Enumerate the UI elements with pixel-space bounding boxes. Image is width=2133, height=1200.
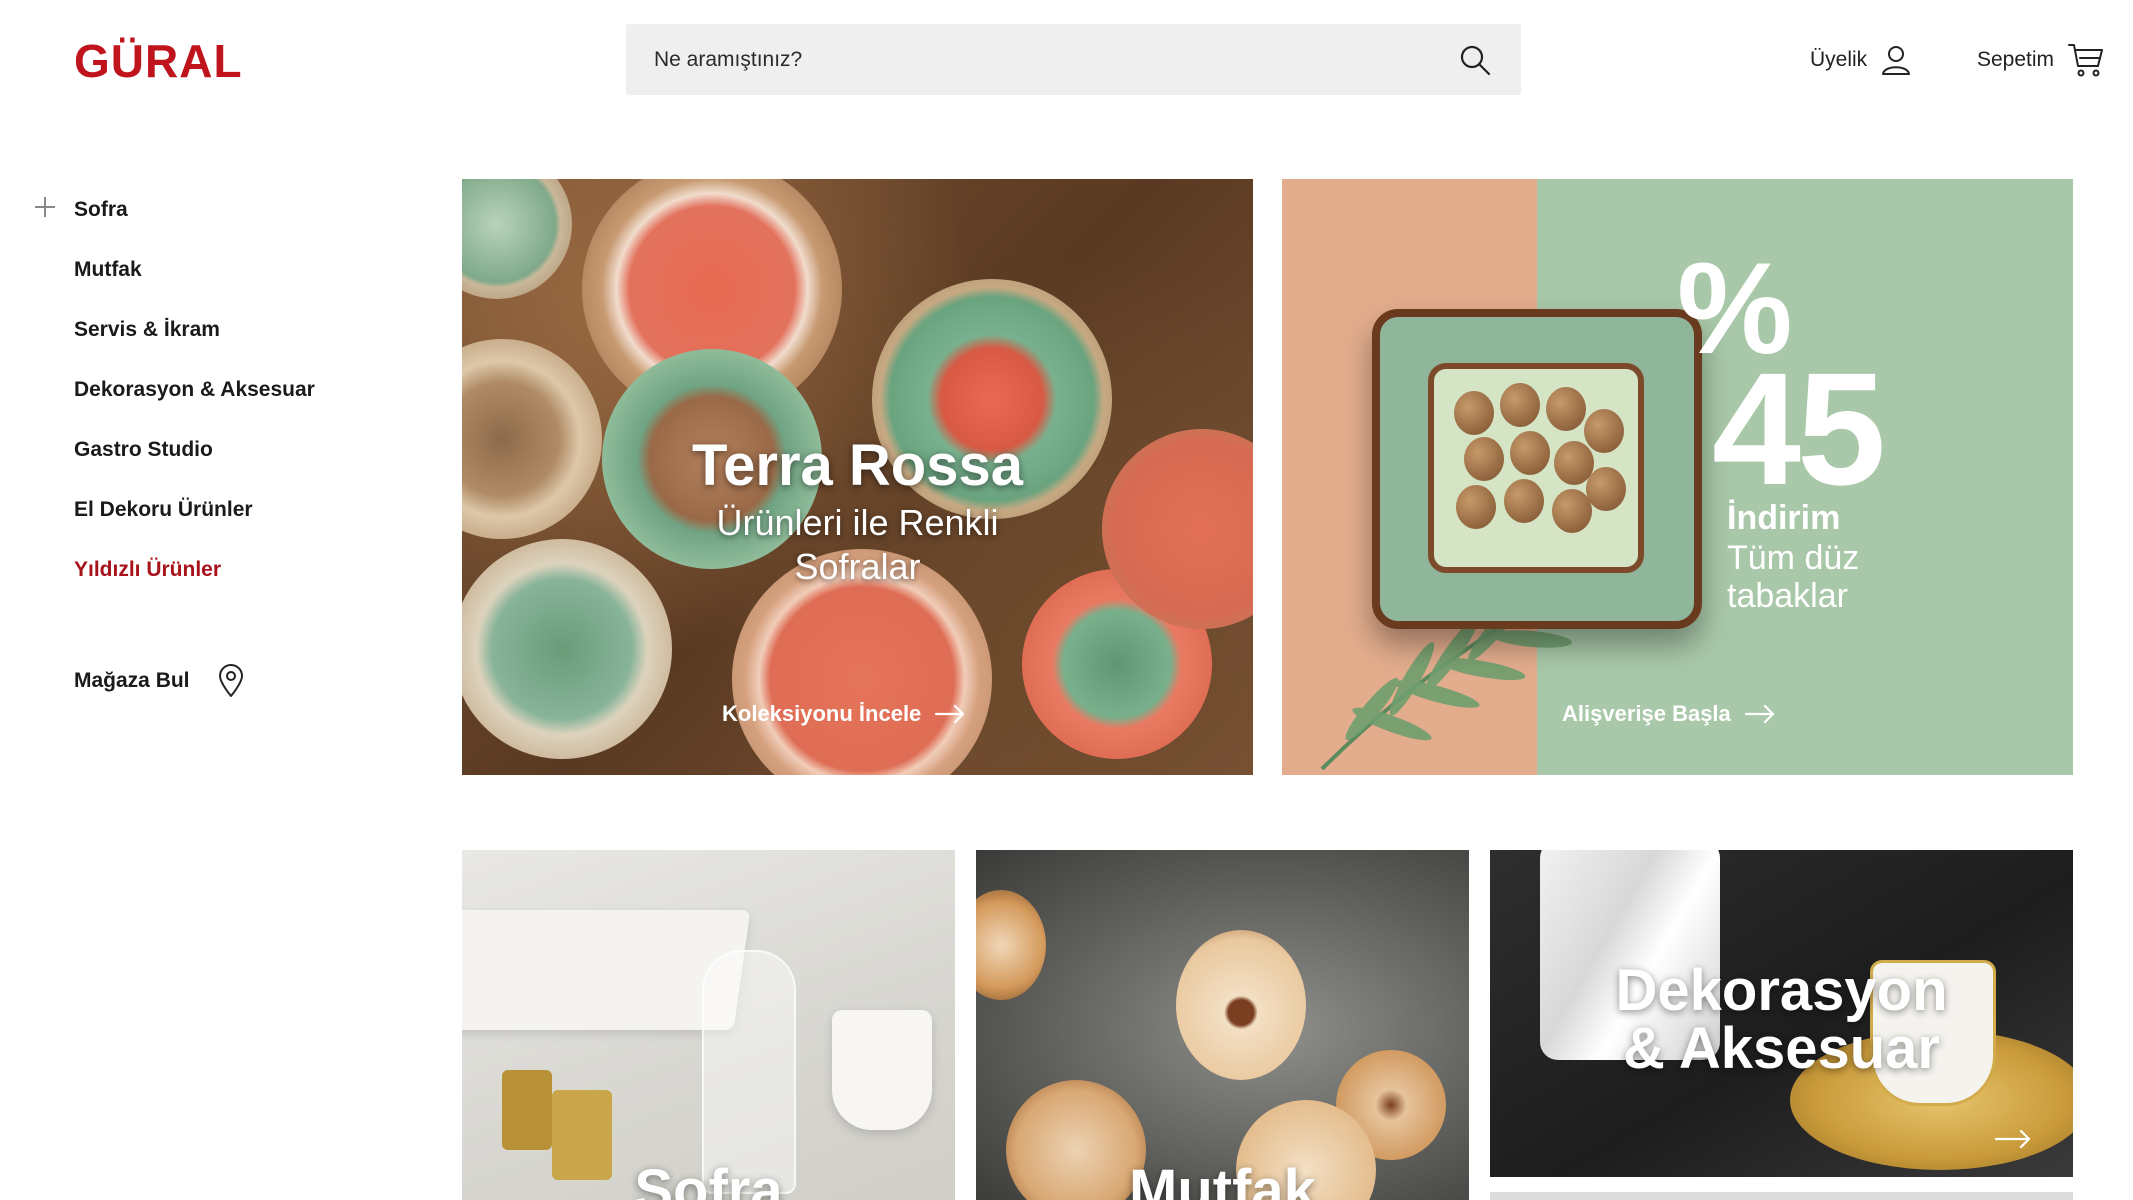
category-mutfak-label: Mutfak: [1129, 1158, 1316, 1200]
sidebar-item-servis-ikram[interactable]: Servis & İkram: [74, 319, 220, 340]
user-icon: [1882, 46, 1911, 75]
category-tile-mutfak[interactable]: Mutfak: [976, 850, 1469, 1200]
terra-rossa-banner[interactable]: Terra Rossa Ürünleri ile Renkli Sofralar…: [462, 179, 1253, 775]
search-bar[interactable]: [626, 24, 1521, 95]
terra-subtitle: Ürünleri ile Renkli Sofralar: [462, 501, 1253, 589]
plus-icon[interactable]: [34, 196, 56, 218]
terra-subtitle-line2: Sofralar: [794, 546, 921, 587]
member-link[interactable]: Üyelik: [1810, 42, 1911, 78]
arrow-right-icon[interactable]: [1995, 1129, 2031, 1149]
walnut-bowl: [1428, 363, 1644, 573]
terra-title: Terra Rossa: [692, 433, 1023, 498]
category-dekorasyon-label: Dekorasyon & Aksesuar: [1490, 962, 2073, 1078]
brand-logo[interactable]: GÜRAL: [74, 38, 243, 84]
store-finder-link[interactable]: Mağaza Bul: [74, 664, 244, 698]
sidebar-item-mutfak[interactable]: Mutfak: [74, 259, 142, 280]
discount-cta-label: Alişverişe Başla: [1562, 701, 1731, 726]
sidebar-item-el-dekoru[interactable]: El Dekoru Ürünler: [74, 499, 253, 520]
location-pin-icon: [218, 664, 243, 697]
discount-desc-line2: tabaklar: [1727, 577, 1848, 615]
arrow-right-icon: [1744, 705, 1774, 723]
discount-banner[interactable]: % 45 İndirim Tüm düz tabaklar Alişverişe…: [1282, 179, 2073, 775]
square-dish-image: [1372, 309, 1702, 629]
search-icon[interactable]: [1459, 44, 1491, 76]
sidebar-item-yildizli-urunler[interactable]: Yıldızlı Ürünler: [74, 559, 221, 580]
category-dekorasyon-line1: Dekorasyon: [1615, 958, 1948, 1023]
discount-description: Tüm düz tabaklar: [1727, 539, 1947, 615]
member-label: Üyelik: [1810, 48, 1868, 71]
search-input[interactable]: [654, 24, 1434, 95]
sidebar-item-sofra[interactable]: Sofra: [74, 199, 128, 220]
sidebar-item-gastro-studio[interactable]: Gastro Studio: [74, 439, 213, 460]
sidebar-item-dekorasyon-aksesuar[interactable]: Dekorasyon & Aksesuar: [74, 379, 315, 400]
arrow-right-icon: [935, 705, 965, 723]
category-dekorasyon-line2: & Aksesuar: [1622, 1016, 1941, 1081]
page: GÜRAL Üyelik Sepetim Sofra Mutfak Servis…: [0, 0, 2133, 1200]
category-tile-next[interactable]: [1490, 1192, 2073, 1200]
discount-desc-line1: Tüm düz: [1727, 539, 1860, 577]
category-sofra-label: Sofra: [634, 1158, 783, 1200]
cart-link[interactable]: Sepetim: [1977, 42, 2104, 78]
discount-percent-value: 45: [1712, 339, 1886, 518]
cart-label: Sepetim: [1977, 48, 2055, 71]
category-tile-sofra[interactable]: Sofra: [462, 850, 955, 1200]
store-finder-label: Mağaza Bul: [74, 669, 190, 692]
category-tile-dekorasyon-aksesuar[interactable]: Dekorasyon & Aksesuar: [1490, 850, 2073, 1177]
discount-cta-link[interactable]: Alişverişe Başla: [1562, 701, 1775, 727]
discount-label: İndirim: [1727, 499, 1841, 537]
terra-cta-link[interactable]: Koleksiyonu İncele: [722, 701, 965, 727]
terra-cta-label: Koleksiyonu İncele: [722, 701, 922, 726]
cart-icon: [2068, 44, 2104, 77]
terra-subtitle-line1: Ürünleri ile Renkli: [716, 502, 999, 543]
